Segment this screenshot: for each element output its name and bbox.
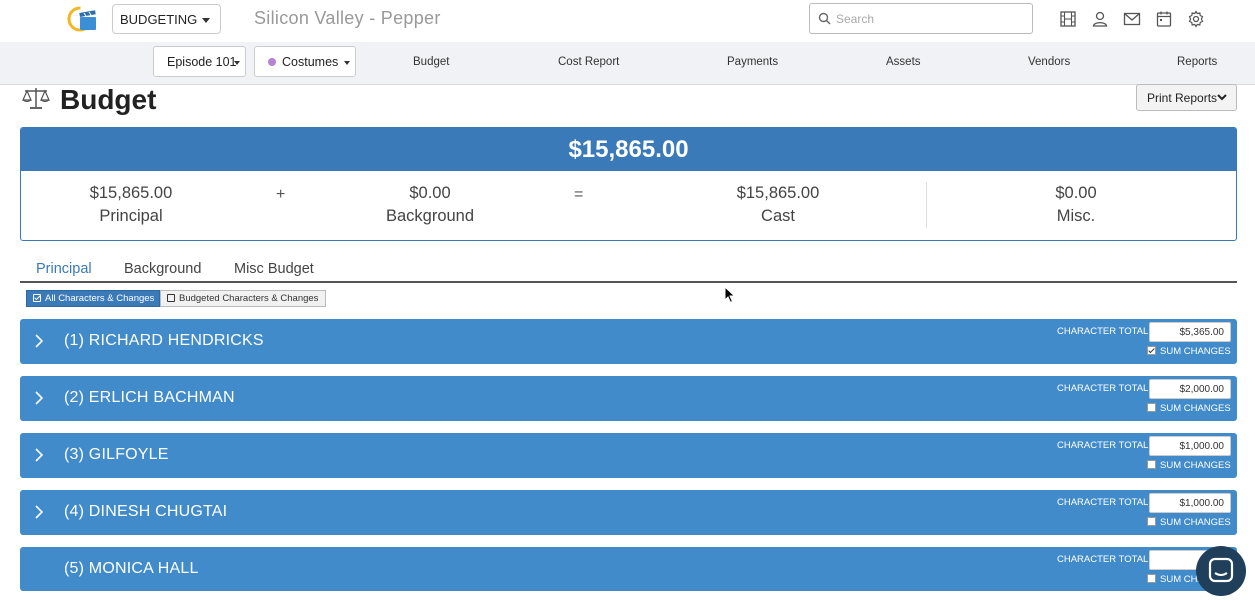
misc-label: Misc. bbox=[1056, 207, 1096, 225]
budget-tabs: Principal Background Misc Budget bbox=[20, 260, 1237, 283]
department-select-label: Costumes bbox=[282, 55, 339, 69]
character-name: (3) GILFOYLE bbox=[64, 446, 169, 463]
character-row[interactable]: (5) MONICA HALL CHARACTER TOTAL $3,0 SUM… bbox=[20, 547, 1237, 591]
filter-all-characters[interactable]: All Characters & Changes bbox=[26, 290, 160, 307]
department-select[interactable]: Costumes bbox=[254, 46, 356, 77]
app-logo-icon[interactable] bbox=[66, 4, 98, 34]
tab-background[interactable]: Background bbox=[124, 261, 201, 277]
sum-changes-toggle[interactable]: SUM CHANGES bbox=[1147, 517, 1231, 528]
checkbox-icon[interactable] bbox=[1147, 517, 1156, 526]
character-total-field[interactable]: $1,000.00 bbox=[1149, 493, 1231, 513]
background-label: Background bbox=[385, 207, 475, 225]
chevron-right-icon[interactable] bbox=[35, 505, 43, 519]
calendar-icon[interactable] bbox=[1155, 10, 1173, 28]
nav-link-budget[interactable]: Budget bbox=[413, 56, 449, 68]
sum-changes-label: SUM CHANGES bbox=[1160, 346, 1231, 357]
character-total-field[interactable]: $2,000.00 bbox=[1149, 379, 1231, 399]
chevron-right-icon[interactable] bbox=[35, 448, 43, 462]
character-name: (4) DINESH CHUGTAI bbox=[64, 503, 228, 520]
sum-changes-toggle[interactable]: SUM CHANGES bbox=[1147, 346, 1231, 357]
chevron-down-icon bbox=[234, 61, 240, 65]
budget-summary-panel: $15,865.00 $15,865.00 Principal + $0.00 … bbox=[20, 127, 1237, 241]
sum-changes-label: SUM CHANGES bbox=[1160, 460, 1231, 471]
cast-label: Cast bbox=[761, 207, 795, 225]
character-total-field[interactable]: $1,000.00 bbox=[1149, 436, 1231, 456]
cast-summary: $15,865.00 Cast bbox=[718, 184, 838, 226]
nav-link-reports[interactable]: Reports bbox=[1177, 56, 1217, 68]
department-color-dot bbox=[268, 58, 276, 66]
project-title: Silicon Valley - Pepper bbox=[254, 8, 441, 28]
tab-principal[interactable]: Principal bbox=[36, 261, 92, 277]
character-name: (1) RICHARD HENDRICKS bbox=[64, 332, 264, 349]
equals-sign: = bbox=[574, 186, 584, 203]
search-input[interactable] bbox=[836, 10, 1026, 28]
background-summary: $0.00 Background bbox=[370, 184, 490, 226]
character-row[interactable]: (1) RICHARD HENDRICKS CHARACTER TOTAL $5… bbox=[20, 319, 1237, 364]
character-total-label: CHARACTER TOTAL bbox=[1057, 440, 1149, 451]
character-total-label: CHARACTER TOTAL bbox=[1057, 554, 1149, 565]
sum-changes-toggle[interactable]: SUM CHANGES bbox=[1147, 403, 1231, 414]
episode-select-label: Episode 101 bbox=[167, 55, 237, 69]
checkbox-checked-icon bbox=[33, 294, 41, 302]
checkbox-icon[interactable] bbox=[1147, 403, 1156, 412]
filter-budgeted-characters[interactable]: Budgeted Characters & Changes bbox=[160, 290, 326, 307]
nav-link-assets[interactable]: Assets bbox=[886, 56, 921, 68]
misc-value: $0.00 bbox=[1055, 184, 1097, 202]
character-name: (5) MONICA HALL bbox=[64, 560, 199, 577]
chevron-down-icon bbox=[1217, 94, 1227, 101]
tab-misc-budget[interactable]: Misc Budget bbox=[234, 261, 314, 277]
chevron-down-icon bbox=[344, 61, 350, 65]
checkbox-icon[interactable] bbox=[1147, 460, 1156, 469]
top-bar: BUDGETING Silicon Valley - Pepper bbox=[0, 0, 1255, 42]
print-reports-label: Print Reports bbox=[1147, 91, 1218, 105]
background-value: $0.00 bbox=[409, 184, 451, 202]
character-row[interactable]: (4) DINESH CHUGTAI CHARACTER TOTAL $1,00… bbox=[20, 490, 1237, 535]
character-total-field[interactable]: $5,365.00 bbox=[1149, 322, 1231, 342]
sum-changes-label: SUM CHANGES bbox=[1160, 517, 1231, 528]
checkbox-checked-icon[interactable] bbox=[1147, 346, 1156, 355]
chat-launcher-button[interactable] bbox=[1196, 546, 1246, 596]
mouse-cursor-icon bbox=[724, 286, 736, 304]
character-row[interactable]: (3) GILFOYLE CHARACTER TOTAL $1,000.00 S… bbox=[20, 433, 1237, 478]
misc-summary: $0.00 Misc. bbox=[1016, 184, 1136, 226]
budget-total: $15,865.00 bbox=[21, 128, 1236, 171]
module-select[interactable]: BUDGETING bbox=[112, 4, 221, 34]
checkbox-icon[interactable] bbox=[1147, 574, 1156, 583]
nav-link-payments[interactable]: Payments bbox=[727, 56, 778, 68]
nav-link-cost-report[interactable]: Cost Report bbox=[558, 56, 619, 68]
plus-sign: + bbox=[276, 186, 286, 203]
chevron-right-icon[interactable] bbox=[35, 391, 43, 405]
filter-all-label: All Characters & Changes bbox=[45, 293, 155, 304]
chat-icon bbox=[1208, 557, 1234, 583]
person-icon[interactable] bbox=[1091, 10, 1109, 28]
search-icon bbox=[818, 12, 831, 25]
scale-icon bbox=[22, 88, 50, 109]
page-title: Budget bbox=[60, 84, 157, 115]
character-total-label: CHARACTER TOTAL bbox=[1057, 326, 1149, 337]
episode-select[interactable]: Episode 101 bbox=[153, 46, 246, 77]
principal-label: Principal bbox=[99, 207, 163, 225]
filter-budgeted-label: Budgeted Characters & Changes bbox=[179, 293, 319, 304]
search-field[interactable] bbox=[809, 3, 1033, 34]
character-name: (2) ERLICH BACHMAN bbox=[64, 389, 235, 406]
gear-icon[interactable] bbox=[1187, 10, 1205, 28]
character-row[interactable]: (2) ERLICH BACHMAN CHARACTER TOTAL $2,00… bbox=[20, 376, 1237, 421]
principal-summary: $15,865.00 Principal bbox=[71, 184, 191, 226]
summary-divider bbox=[926, 182, 927, 228]
checkbox-icon bbox=[167, 294, 175, 302]
character-total-label: CHARACTER TOTAL bbox=[1057, 383, 1149, 394]
chevron-right-icon[interactable] bbox=[35, 334, 43, 348]
sum-changes-toggle[interactable]: SUM CHANGES bbox=[1147, 460, 1231, 471]
nav-link-vendors[interactable]: Vendors bbox=[1028, 56, 1070, 68]
principal-value: $15,865.00 bbox=[89, 184, 173, 202]
mail-icon[interactable] bbox=[1123, 10, 1141, 28]
module-select-label: BUDGETING bbox=[120, 12, 198, 27]
print-reports-button[interactable]: Print Reports bbox=[1136, 84, 1237, 111]
character-total-label: CHARACTER TOTAL bbox=[1057, 497, 1149, 508]
cast-value: $15,865.00 bbox=[736, 184, 820, 202]
film-icon[interactable] bbox=[1059, 10, 1077, 28]
sum-changes-label: SUM CHANGES bbox=[1160, 403, 1231, 414]
nav-bar: Episode 101 Costumes Budget Cost Report … bbox=[0, 42, 1255, 85]
chevron-down-icon bbox=[202, 18, 210, 23]
